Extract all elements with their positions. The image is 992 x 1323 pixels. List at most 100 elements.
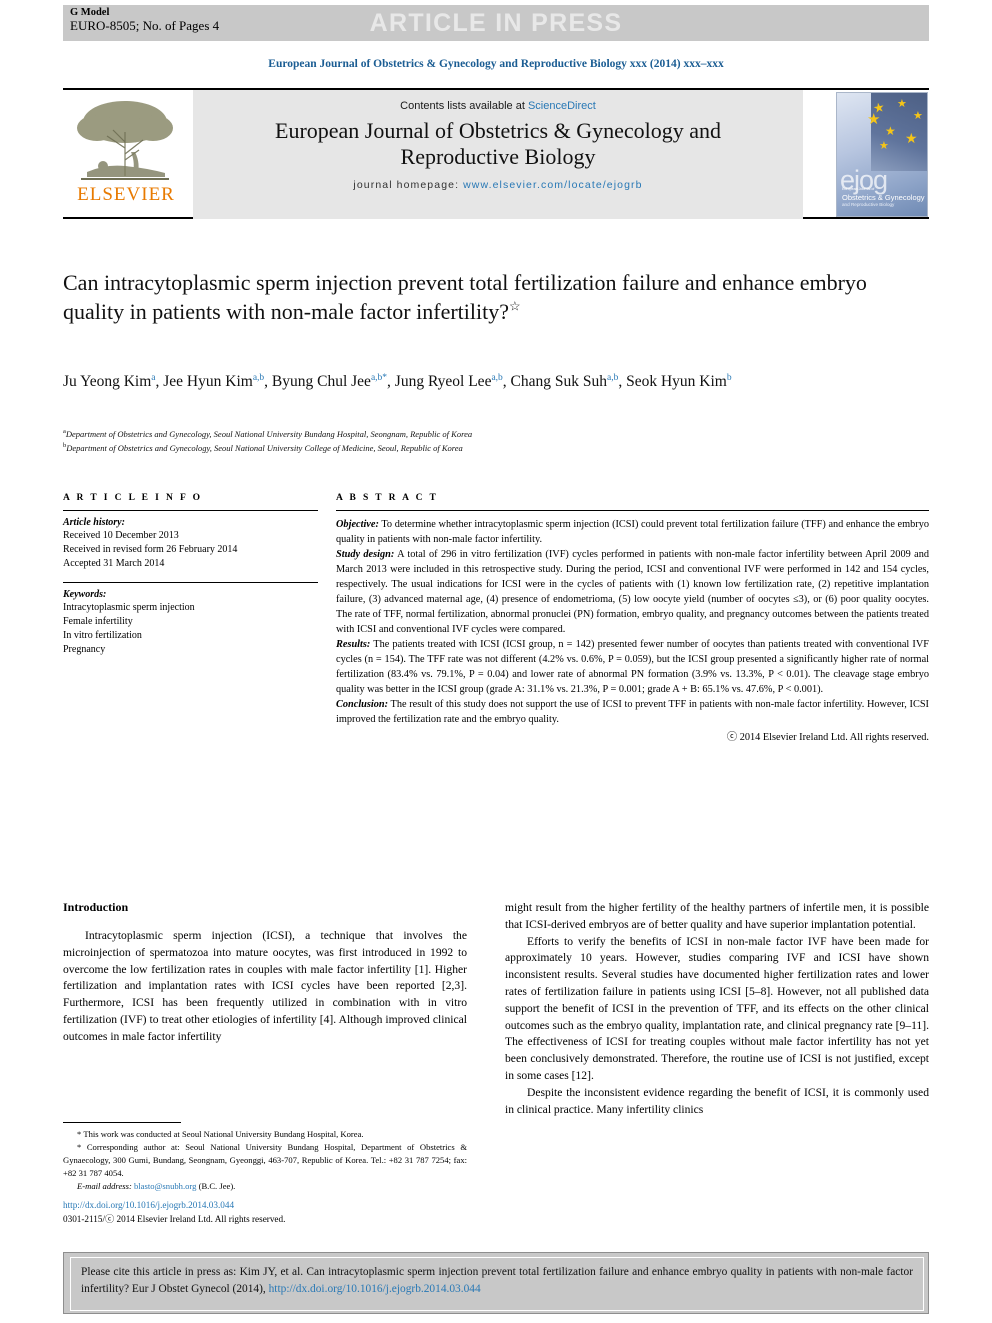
footnote-corresponding-text: Corresponding author at: Seoul National … [63,1141,467,1178]
article-history-heading: Article history: [63,517,125,528]
author-name: Jung Ryeol Lee [394,373,492,390]
abstract-section-lead: Study design: [336,549,395,561]
paragraph-text: might result from the higher fertility o… [505,901,929,931]
author-name: Byung Chul Jee [271,373,371,390]
article-history-item: Received in revised form 26 February 201… [63,544,238,556]
email-label: E-mail address: [77,1180,132,1191]
eu-star-icon: ★ [897,98,907,110]
author-affiliation-mark: a,b [370,372,383,383]
journal-homepage-line: journal homepage: www.elsevier.com/locat… [193,179,803,191]
abstract-section-text: To determine whether intracytoplasmic sp… [336,519,929,546]
footnote-block: * This work was conducted at Seoul Natio… [63,1122,467,1192]
keyword-item: Intracytoplasmic sperm injection [63,601,195,613]
author-item[interactable]: Seok Hyun Kimb [626,373,732,390]
abstract-section-text: The patients treated with ICSI (ICSI gro… [336,639,929,696]
body-paragraph: Intracytoplasmic sperm injection (ICSI),… [63,928,467,1046]
author-item[interactable]: Byung Chul Jeea,b* [272,373,387,390]
eu-star-icon: ★ [867,112,881,128]
elsevier-wordmark: ELSEVIER [77,184,175,205]
abstract-section-lead: Results: [336,639,371,651]
homepage-prefix: journal homepage: [353,178,464,191]
abstract-column: A B S T R A C T Objective: To determine … [336,493,929,745]
abstract-section-lead: Objective: [336,519,379,530]
author-item[interactable]: Chang Suk Suha,b [511,373,619,390]
body-paragraph: Efforts to verify the benefits of ICSI i… [505,934,929,1085]
abstract-copyright: ⓒ 2014 Elsevier Ireland Ltd. All rights … [726,732,929,744]
email-link[interactable]: blasto@snubh.org [134,1181,196,1191]
ejog-watermark: ejog [840,165,888,195]
contents-available-line: Contents lists available at ScienceDirec… [193,100,803,112]
journal-homepage-link[interactable]: www.elsevier.com/locate/ejogrb [463,179,642,191]
article-title-text: Can intracytoplasmic sperm injection pre… [63,270,867,325]
citation-doi-link[interactable]: http://dx.doi.org/10.1016/j.ejogrb.2014.… [269,1283,481,1295]
doi-link[interactable]: http://dx.doi.org/10.1016/j.ejogrb.2014.… [63,1199,467,1213]
issn-copyright-line: 0301-2115/ⓒ 2014 Elsevier Ireland Ltd. A… [63,1213,286,1224]
journal-title-line2: Reproductive Biology [400,143,596,169]
sciencedirect-link[interactable]: ScienceDirect [528,100,596,112]
elsevier-logo: ELSEVIER [65,94,187,214]
affiliation-text: Department of Obstetrics and Gynecology,… [66,442,463,453]
article-info-column: A R T I C L E I N F O Article history: R… [63,493,318,657]
keywords-heading: Keywords: [63,588,107,600]
journal-title-line1: European Journal of Obstetrics & Gynecol… [275,118,721,143]
footnote-corresponding: * Corresponding author at: Seoul Nationa… [63,1141,467,1180]
keyword-item: Female infertility [63,615,133,627]
author-item[interactable]: Jee Hyun Kima,b [163,373,264,390]
paragraph-text: Efforts to verify the benefits of ICSI i… [505,934,929,1082]
article-history-item: Accepted 31 March 2014 [63,558,165,570]
author-affiliation-mark: a [151,372,156,383]
eu-star-icon: ★ [905,132,918,147]
divider [63,510,318,511]
abstract-section-lead: Conclusion: [336,699,389,711]
author-name: Chang Suk Suh [510,373,608,390]
body-paragraph: Despite the inconsistent evidence regard… [505,1085,929,1119]
eu-star-icon: ★ [913,110,923,122]
author-affiliation-mark: a,b [252,372,265,383]
abstract-section: Results: The patients treated with ICSI … [336,637,929,697]
author-list: Ju Yeong Kima, Jee Hyun Kima,b, Byung Ch… [63,372,732,390]
body-right-column: might result from the higher fertility o… [505,900,929,1118]
footnote-star-text: This work was conducted at Seoul Nationa… [83,1129,364,1139]
email-owner: (B.C. Jee). [198,1180,236,1191]
author-item[interactable]: Jung Ryeol Leea,b [395,373,503,390]
keyword-item: Pregnancy [63,644,106,656]
abstract-label: A B S T R A C T [336,493,439,503]
author-item[interactable]: Ju Yeong Kima [63,373,156,390]
doi-block: http://dx.doi.org/10.1016/j.ejogrb.2014.… [63,1199,467,1227]
g-model-block: G Model EURO-8505; No. of Pages 4 [70,7,219,34]
article-page: ARTICLE IN PRESS G Model EURO-8505; No. … [0,0,992,1323]
paragraph-text: Despite the inconsistent evidence regard… [505,1085,929,1116]
journal-running-head: European Journal of Obstetrics & Gynecol… [268,58,724,70]
footnote-star: * This work was conducted at Seoul Natio… [63,1128,467,1141]
title-footnote-symbol: ☆ [508,298,521,314]
author-affiliation-mark: a,b [491,372,503,383]
article-history-item: Received 10 December 2013 [63,530,179,541]
introduction-heading: Introduction [63,900,129,914]
eu-star-icon: ★ [879,140,889,152]
citation-box-inner: Please cite this article in press as: Ki… [70,1257,924,1311]
abstract-section: Conclusion: The result of this study doe… [336,697,929,727]
footnote-email: E-mail address: blasto@snubh.org (B.C. J… [63,1180,467,1193]
author-affiliation-mark: a,b [607,372,619,383]
page-title: Can intracytoplasmic sperm injection pre… [63,268,873,327]
affiliation-item: aDepartment of Obstetrics and Gynecology… [63,427,913,441]
article-info-label: A R T I C L E I N F O [63,493,203,503]
body-paragraph: might result from the higher fertility o… [505,900,929,934]
citation-text-body: Please cite this article in press as: Ki… [81,1266,913,1295]
abstract-body: Objective: To determine whether intracyt… [336,517,929,745]
abstract-section-text: A total of 296 in vitro fertilization (I… [336,549,929,636]
abstract-section-text: The result of this study does not suppor… [336,699,929,726]
cover-title: Obstetrics & Gynecology and Reproductive… [842,193,925,208]
abstract-section: Study design: A total of 296 in vitro fe… [336,547,929,637]
journal-masthead: ELSEVIER Contents lists available at Sci… [63,88,929,219]
cover-pretitle: European Journal of [842,187,875,191]
corresponding-author-marker: * [382,372,388,383]
elsevier-tree-icon [77,101,173,180]
cover-subtitle: and Reproductive Biology [842,202,895,208]
affiliation-list: aDepartment of Obstetrics and Gynecology… [63,427,913,455]
cover-title-text: Obstetrics & Gynecology [842,193,925,202]
eu-star-icon: ★ [885,124,896,138]
keyword-item: In vitro fertilization [63,629,142,641]
paragraph-text: Intracytoplasmic sperm injection (ICSI),… [63,929,467,1043]
divider [63,581,318,583]
